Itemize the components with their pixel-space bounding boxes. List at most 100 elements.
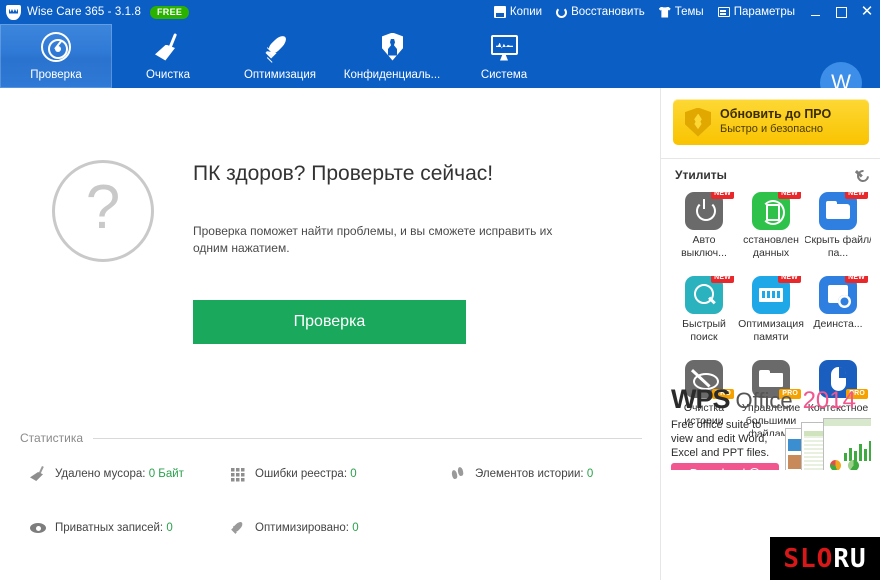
- menu-settings-label: Параметры: [733, 6, 795, 18]
- menu-settings[interactable]: Параметры: [711, 0, 802, 24]
- utilities-header: Утилиты: [675, 168, 867, 182]
- wps-download-button[interactable]: Download: [671, 463, 779, 470]
- broom-small-icon: [30, 466, 46, 482]
- stat-history-items: Элементов истории: 0: [450, 466, 650, 482]
- nav-bar: Проверка Очистка Оптимизация Конфиденциа…: [0, 24, 880, 104]
- new-badge: NEW: [778, 192, 801, 199]
- wps-preview-image: [783, 418, 871, 470]
- shield-person-icon: [375, 32, 409, 64]
- utility-memory-optimize[interactable]: NEW Оптимизация памяти: [738, 276, 804, 352]
- tab-clean[interactable]: Очистка: [112, 24, 224, 88]
- menu-backup-label: Копии: [509, 6, 543, 18]
- stat-junk-removed: Удалено мусора: 0 Байт: [30, 466, 230, 482]
- utility-uninstaller[interactable]: NEW Деинста...: [805, 276, 871, 352]
- stat-label: Приватных записей: 0: [55, 522, 173, 534]
- stat-private-records: Приватных записей: 0: [30, 520, 230, 536]
- tab-scan-label: Проверка: [30, 68, 82, 81]
- footprints-icon: [450, 466, 466, 482]
- free-badge: FREE: [149, 5, 190, 19]
- utility-data-recovery[interactable]: NEW сстановлен данных: [738, 192, 804, 268]
- utility-label: Быстрый поиск: [682, 318, 726, 343]
- wps-description: Free office suite to view and edit Word,…: [671, 419, 770, 459]
- statistics-grid: Удалено мусора: 0 Байт Ошибки реестра: 0…: [30, 466, 650, 536]
- utilities-title: Утилиты: [675, 168, 727, 182]
- backup-icon: [493, 6, 506, 18]
- page-title: ПК здоров? Проверьте сейчас!: [193, 162, 494, 185]
- tab-system[interactable]: Система: [448, 24, 560, 88]
- new-badge: NEW: [845, 276, 868, 283]
- wps-download-label: Download: [690, 467, 746, 471]
- rocket-icon: [263, 32, 297, 64]
- wise-care-window: Wise Care 365 - 3.1.8 FREE Копии Восстан…: [0, 0, 880, 580]
- tab-optimize[interactable]: Оптимизация: [224, 24, 336, 88]
- watermark: SLO RU: [770, 537, 880, 580]
- main-panel: ? ПК здоров? Проверьте сейчас! Проверка …: [0, 88, 660, 580]
- wps-office-ad[interactable]: WPS Office 2014 Free office suite to vie…: [671, 384, 871, 470]
- radar-icon: [39, 31, 73, 64]
- wps-logo: WPS Office 2014: [671, 384, 871, 415]
- stat-optimized: Оптимизировано: 0: [230, 520, 450, 536]
- page-description: Проверка поможет найти проблемы, и вы см…: [193, 224, 553, 255]
- utility-quick-search[interactable]: NEW Быстрый поиск: [671, 276, 737, 352]
- restore-icon: [556, 6, 568, 18]
- maximize-button[interactable]: [828, 0, 854, 24]
- app-logo-icon: [6, 4, 21, 20]
- stat-value: 0 Байт: [148, 468, 184, 480]
- stat-value: 0: [352, 522, 359, 534]
- menu-backup[interactable]: Копии: [487, 0, 549, 24]
- titlebar-menu: Копии Восстановить Темы Параметры ✕: [487, 0, 880, 24]
- settings-list-icon: [717, 7, 730, 17]
- divider: [661, 158, 880, 159]
- utility-label: Оптимизация памяти: [738, 318, 804, 343]
- utility-auto-shutdown[interactable]: NEW Авто выключ...: [671, 192, 737, 268]
- tab-system-label: Система: [480, 68, 528, 81]
- scan-button[interactable]: Проверка: [193, 300, 466, 344]
- stat-label: Удалено мусора: 0 Байт: [55, 468, 184, 480]
- upgrade-pro-subtitle: Быстро и безопасно: [720, 123, 824, 135]
- new-badge: NEW: [778, 276, 801, 283]
- menu-restore[interactable]: Восстановить: [549, 0, 652, 24]
- eye-icon: [30, 520, 46, 536]
- download-icon: [749, 468, 761, 470]
- broom-icon: [151, 32, 185, 64]
- stat-label: Ошибки реестра: 0: [255, 468, 357, 480]
- watermark-part1: SLO: [783, 543, 834, 574]
- new-badge: NEW: [845, 192, 868, 199]
- theme-shirt-icon: [658, 6, 671, 18]
- registry-grid-icon: [230, 466, 246, 482]
- menu-themes[interactable]: Темы: [652, 0, 711, 24]
- tab-optimize-label: Оптимизация: [243, 68, 317, 81]
- upgrade-pro-banner[interactable]: Обновить до ПРО Быстро и безопасно: [673, 99, 869, 145]
- stat-label: Элементов истории: 0: [475, 468, 594, 480]
- utility-hide-files[interactable]: NEW Скрыть файл/па...: [805, 192, 871, 268]
- new-badge: NEW: [711, 192, 734, 199]
- close-button[interactable]: ✕: [854, 0, 880, 24]
- statistics-title: Статистика: [20, 431, 84, 445]
- wrench-icon[interactable]: [853, 168, 867, 182]
- health-status-icon: ?: [52, 160, 154, 262]
- monitor-pulse-icon: [487, 32, 521, 64]
- utility-label: Деинста...: [813, 318, 863, 330]
- watermark-part2: RU: [833, 543, 867, 574]
- stat-value: 0: [586, 468, 594, 480]
- wps-product: Office: [735, 388, 793, 413]
- app-title: Wise Care 365 - 3.1.8: [27, 6, 141, 18]
- utility-label: сстановлен данных: [743, 234, 799, 259]
- title-bar: Wise Care 365 - 3.1.8 FREE Копии Восстан…: [0, 0, 880, 24]
- utility-label: Скрыть файл/па...: [805, 234, 871, 259]
- rocket-small-icon: [230, 520, 246, 536]
- stat-value: 0: [166, 522, 173, 534]
- wps-year: 2014: [802, 387, 856, 414]
- shield-rocket-icon: [685, 107, 711, 137]
- tab-scan[interactable]: Проверка: [0, 24, 112, 88]
- minimize-button[interactable]: [802, 0, 828, 24]
- stat-label: Оптимизировано: 0: [255, 522, 359, 534]
- tab-clean-label: Очистка: [145, 68, 191, 81]
- menu-restore-label: Восстановить: [571, 6, 645, 18]
- right-sidebar: Обновить до ПРО Быстро и безопасно Утили…: [660, 88, 880, 580]
- stat-value: 0: [350, 468, 357, 480]
- statistics-header: Статистика: [20, 431, 642, 445]
- tab-privacy[interactable]: Конфиденциаль...: [336, 24, 448, 88]
- menu-themes-label: Темы: [674, 6, 704, 18]
- divider: [93, 437, 642, 439]
